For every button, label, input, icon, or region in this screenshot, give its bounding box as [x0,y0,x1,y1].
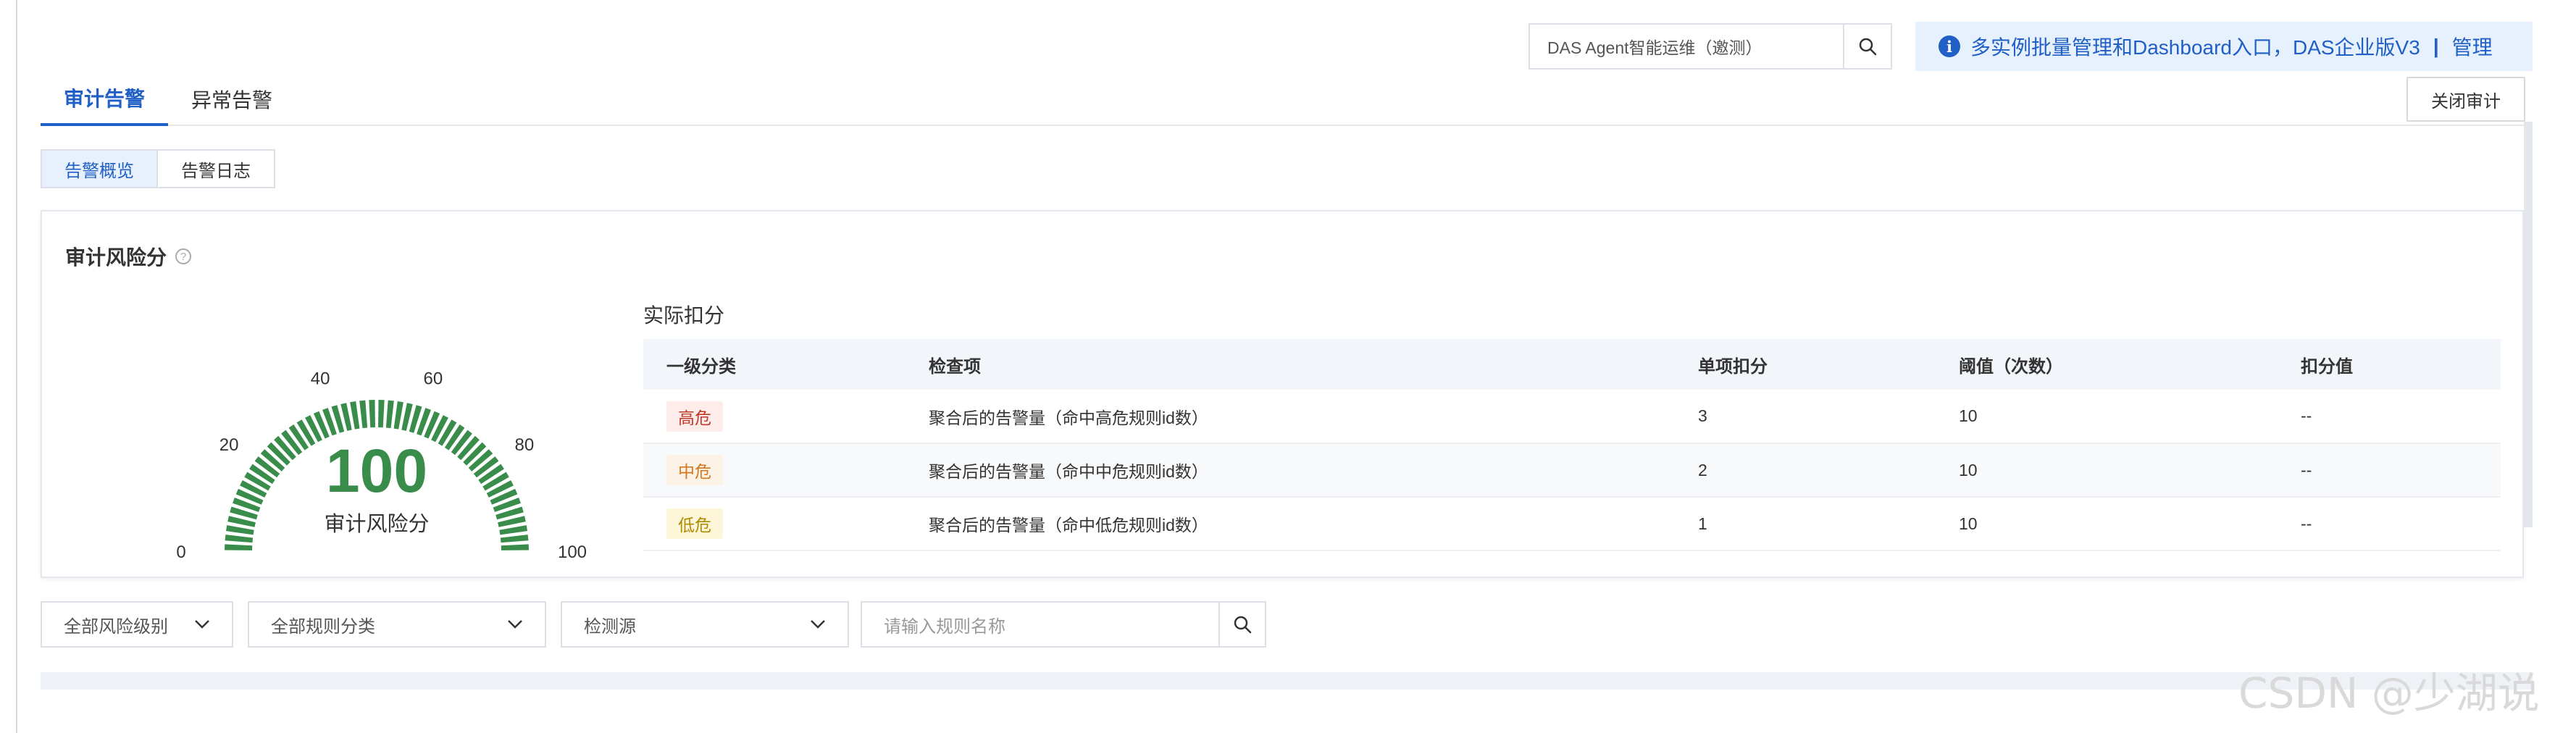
cell-check-item: 聚合后的告警量（命中高危规则id数） [906,390,1675,444]
chevron-down-icon [195,620,209,629]
info-icon: i [1939,35,1960,57]
gauge-value: 100 [325,437,428,505]
risk-level-badge: 中危 [666,455,723,485]
col-header-category: 一级分类 [643,339,906,390]
close-audit-button[interactable]: 关闭审计 [2406,77,2525,122]
gauge-segment [378,400,385,428]
rule-name-search[interactable]: 请输入规则名称 [861,601,1266,648]
col-header-threshold: 阈值（次数） [1936,339,2278,390]
col-header-check-item: 检查项 [906,339,1675,390]
gauge-segment [359,400,368,429]
cell-category: 中危 [643,443,906,498]
cell-category: 低危 [643,497,906,551]
cell-threshold: 10 [1936,497,2278,551]
rule-category-select[interactable]: 全部规则分类 [248,601,546,648]
search-button[interactable] [1844,25,1891,68]
risk-level-badge: 高危 [666,401,723,432]
chevron-down-icon [811,620,825,629]
tab-anomaly-alert[interactable]: 异常告警 [168,72,296,126]
col-header-deduction: 扣分值 [2278,339,2501,390]
risk-card-title: 审计风险分 ? [65,242,192,271]
gauge-tick-label: 60 [424,369,443,388]
gauge-tick-label: 0 [176,543,185,562]
help-icon[interactable]: ? [175,248,192,264]
gauge-label: 审计风险分 [324,513,430,536]
gauge-segment [350,401,360,430]
search-icon [1859,38,1877,56]
cell-item-score: 1 [1675,497,1936,551]
rule-search-button[interactable] [1220,603,1265,646]
gauge-segment [225,544,253,550]
table-row: 中危 聚合后的告警量（命中中危规则id数） 2 10 -- [643,443,2501,498]
banner-text: 多实例批量管理和Dashboard入口，DAS企业版V3 [1970,36,2420,59]
gauge-segment [393,401,403,430]
gauge-segment [369,400,375,428]
cell-deduction: -- [2278,497,2501,551]
table-header-placeholder [41,672,2533,690]
col-header-item-score: 单项扣分 [1675,339,1936,390]
gauge-segment [385,400,394,429]
deduction-title: 实际扣分 [643,304,725,327]
rule-category-value: 全部规则分类 [271,616,375,637]
gauge-tick-label: 40 [311,369,330,388]
rule-name-input[interactable]: 请输入规则名称 [862,603,1220,646]
cell-category: 高危 [643,390,906,444]
chevron-down-icon [508,620,522,629]
subtab-alert-log[interactable]: 告警日志 [158,151,274,187]
deduction-table: 一级分类 检查项 单项扣分 阈值（次数） 扣分值 高危 聚合后的告警量（命中高危规… [643,339,2501,551]
risk-level-badge: 低危 [666,508,723,539]
cell-check-item: 聚合后的告警量（命中中危规则id数） [906,443,1675,498]
scrollbar[interactable] [2524,122,2533,527]
detect-source-select[interactable]: 检测源 [561,601,849,648]
watermark: CSDN @少湖说 [2238,669,2540,718]
banner-separator: | [2433,35,2439,57]
subtab-alert-overview[interactable]: 告警概览 [42,151,158,187]
cell-threshold: 10 [1936,390,2278,444]
subtabs: 告警概览 告警日志 [41,149,275,188]
detect-source-value: 检测源 [584,616,636,637]
main-tabs: 审计告警 异常告警 [41,72,2533,126]
table-header-row: 一级分类 检查项 单项扣分 阈值（次数） 扣分值 [643,339,2501,390]
tab-audit-alert[interactable]: 审计告警 [41,72,169,126]
table-row: 低危 聚合后的告警量（命中低危规则id数） 1 10 -- [643,497,2501,551]
cell-deduction: -- [2278,390,2501,444]
risk-card: 审计风险分 ? 0 20 40 60 80 100 100 审计风险分 实际扣分 一级分类… [41,210,2524,578]
agent-search[interactable]: DAS Agent智能运维（邀测） [1529,23,1892,70]
cell-check-item: 聚合后的告警量（命中低危规则id数） [906,497,1675,551]
info-banner: i 多实例批量管理和Dashboard入口，DAS企业版V3 | 管理 [1915,22,2533,71]
search-icon [1234,616,1252,634]
gauge-tick-label: 100 [558,543,587,562]
table-row: 高危 聚合后的告警量（命中高危规则id数） 3 10 -- [643,390,2501,444]
cell-deduction: -- [2278,443,2501,498]
gauge-segment [501,544,529,550]
cell-item-score: 3 [1675,390,1936,444]
cell-item-score: 2 [1675,443,1936,498]
risk-gauge: 0 20 40 60 80 100 100 审计风险分 [130,320,623,566]
left-border [16,0,17,733]
agent-search-input[interactable]: DAS Agent智能运维（邀测） [1530,25,1844,68]
manage-link[interactable]: 管理 [2452,32,2493,61]
risk-level-value: 全部风险级别 [64,616,168,637]
risk-level-select[interactable]: 全部风险级别 [41,601,233,648]
risk-card-title-text: 审计风险分 [65,246,167,269]
cell-threshold: 10 [1936,443,2278,498]
